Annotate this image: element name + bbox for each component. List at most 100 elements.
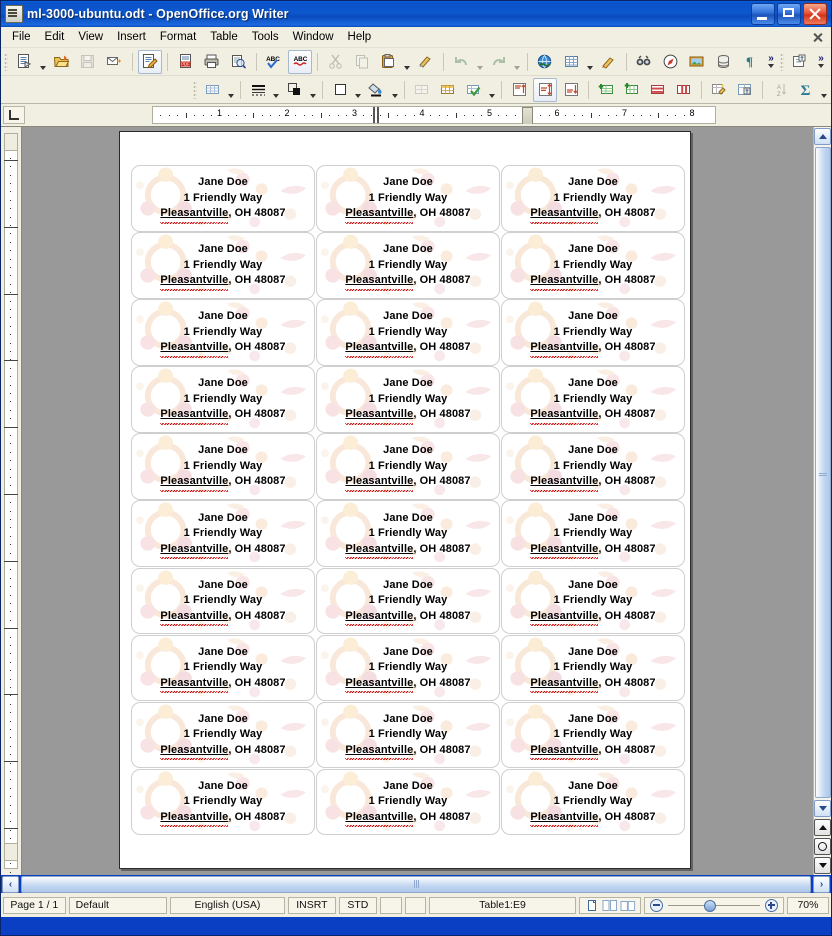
scroll-left-icon[interactable]: ‹ bbox=[2, 875, 19, 893]
toolbar-grip[interactable] bbox=[4, 52, 8, 71]
align-bottom-icon[interactable] bbox=[559, 78, 583, 102]
export-pdf-icon[interactable]: PDF bbox=[173, 50, 197, 74]
merge-cells-icon[interactable] bbox=[410, 78, 434, 102]
label-cell[interactable]: Jane Doe 1 Friendly Way Pleasantville, OH … bbox=[501, 567, 685, 635]
open-icon[interactable] bbox=[49, 50, 73, 74]
label-cell[interactable]: Jane Doe 1 Friendly Way Pleasantville, OH … bbox=[316, 366, 500, 433]
status-signature[interactable] bbox=[404, 896, 427, 914]
status-insert-mode[interactable]: INSRT bbox=[288, 896, 336, 914]
label-cell[interactable]: Jane Doe 1 Friendly Way Pleasantville, OH … bbox=[501, 500, 685, 568]
clone-formatting-icon[interactable] bbox=[414, 50, 438, 74]
optimize-icon[interactable] bbox=[436, 78, 460, 102]
print-icon[interactable] bbox=[200, 50, 224, 74]
label-cell[interactable]: Jane Doe 1 Friendly Way Pleasantville, OH … bbox=[316, 433, 500, 500]
label-cell[interactable]: Jane Doe 1 Friendly Way Pleasantville, OH … bbox=[501, 165, 685, 232]
edit-file-icon[interactable] bbox=[137, 49, 163, 74]
gallery-icon[interactable] bbox=[685, 50, 709, 74]
label-cell[interactable]: Jane Doe 1 Friendly Way Pleasantville, OH … bbox=[316, 165, 500, 232]
paste-icon[interactable] bbox=[376, 50, 400, 74]
navigation-dialog-icon[interactable] bbox=[814, 838, 831, 855]
table-grid-icon[interactable] bbox=[201, 78, 225, 102]
table-grid-dropdown-icon[interactable] bbox=[226, 76, 237, 103]
label-cell[interactable]: Jane Doe 1 Friendly Way Pleasantville, OH … bbox=[131, 768, 315, 836]
table-toolbar-overflow-icon[interactable] bbox=[819, 76, 830, 103]
zoom-in-icon[interactable] bbox=[764, 898, 778, 912]
line-color-icon[interactable] bbox=[283, 78, 307, 102]
menu-format[interactable]: Format bbox=[153, 29, 203, 45]
document-canvas[interactable]: Jane Doe 1 Friendly Way Pleasantville, OH … bbox=[22, 127, 813, 875]
undo-icon[interactable] bbox=[449, 50, 473, 74]
status-page[interactable]: Page 1 / 1 bbox=[3, 896, 66, 914]
redo-icon[interactable] bbox=[486, 50, 510, 74]
undo-dropdown-icon[interactable] bbox=[475, 48, 486, 75]
line-style-dropdown-icon[interactable] bbox=[271, 76, 282, 103]
navigator-icon[interactable] bbox=[658, 50, 682, 74]
vertical-ruler[interactable] bbox=[1, 127, 22, 875]
tab-stop-selector[interactable] bbox=[3, 106, 25, 124]
sort-icon[interactable]: A Z bbox=[768, 78, 792, 102]
zoom-knob[interactable] bbox=[703, 899, 716, 912]
label-cell[interactable]: Jane Doe 1 Friendly Way Pleasantville, OH … bbox=[131, 433, 315, 500]
redo-dropdown-icon[interactable] bbox=[512, 48, 523, 75]
menu-window[interactable]: Window bbox=[286, 29, 341, 45]
menu-insert[interactable]: Insert bbox=[110, 29, 153, 45]
label-cell[interactable]: Jane Doe 1 Friendly Way Pleasantville, OH … bbox=[316, 232, 500, 299]
new-document-dropdown-icon[interactable] bbox=[37, 48, 48, 75]
label-cell[interactable]: Jane Doe 1 Friendly Way Pleasantville, OH … bbox=[131, 634, 315, 702]
label-cell[interactable]: Jane Doe 1 Friendly Way Pleasantville, OH … bbox=[316, 567, 500, 635]
label-cell[interactable]: Jane Doe 1 Friendly Way Pleasantville, OH … bbox=[316, 634, 500, 702]
cut-icon[interactable] bbox=[323, 50, 347, 74]
label-table[interactable]: Jane Doe 1 Friendly Way Pleasantville, OH … bbox=[131, 165, 685, 836]
vertical-scroll-thumb[interactable] bbox=[814, 147, 831, 798]
previous-page-icon[interactable] bbox=[814, 819, 831, 836]
table-properties-icon[interactable] bbox=[733, 78, 757, 102]
spelling-icon[interactable]: ABC bbox=[261, 50, 285, 74]
insert-field-icon[interactable] bbox=[788, 50, 812, 74]
copy-icon[interactable] bbox=[350, 50, 374, 74]
label-cell[interactable]: Jane Doe 1 Friendly Way Pleasantville, OH … bbox=[131, 165, 315, 232]
menu-file[interactable]: File bbox=[5, 29, 38, 45]
label-cell[interactable]: Jane Doe 1 Friendly Way Pleasantville, OH … bbox=[131, 366, 315, 433]
paste-dropdown-icon[interactable] bbox=[402, 48, 413, 75]
borders-icon[interactable] bbox=[328, 78, 352, 102]
label-cell[interactable]: Jane Doe 1 Friendly Way Pleasantville, OH … bbox=[501, 366, 685, 433]
zoom-slider[interactable] bbox=[643, 896, 784, 914]
formatting-marks-icon[interactable]: ¶ bbox=[738, 50, 762, 74]
insert-column-icon[interactable] bbox=[620, 78, 644, 102]
email-icon[interactable] bbox=[102, 50, 126, 74]
draw-functions-icon[interactable] bbox=[596, 50, 620, 74]
close-document-icon[interactable] bbox=[809, 29, 827, 45]
autocorrect-icon[interactable]: ABC bbox=[287, 49, 313, 74]
label-cell[interactable]: Jane Doe 1 Friendly Way Pleasantville, OH … bbox=[131, 500, 315, 568]
label-cell[interactable]: Jane Doe 1 Friendly Way Pleasantville, OH … bbox=[316, 500, 500, 568]
vertical-scrollbar[interactable] bbox=[813, 127, 831, 875]
print-preview-icon[interactable] bbox=[226, 50, 250, 74]
background-color-icon[interactable] bbox=[365, 78, 389, 102]
multi-page-view-icon[interactable] bbox=[602, 898, 618, 912]
table-properties-check-icon[interactable] bbox=[462, 78, 486, 102]
zoom-track[interactable] bbox=[667, 899, 760, 912]
label-cell[interactable]: Jane Doe 1 Friendly Way Pleasantville, OH … bbox=[501, 701, 685, 769]
menu-tools[interactable]: Tools bbox=[245, 29, 286, 45]
label-cell[interactable]: Jane Doe 1 Friendly Way Pleasantville, OH … bbox=[501, 299, 685, 366]
label-cell[interactable]: Jane Doe 1 Friendly Way Pleasantville, OH … bbox=[131, 567, 315, 635]
toolbar-overflow-icon[interactable]: » bbox=[763, 51, 779, 73]
maximize-button[interactable] bbox=[777, 3, 801, 25]
new-document-icon[interactable] bbox=[12, 50, 36, 74]
horizontal-scroll-thumb[interactable] bbox=[21, 875, 811, 893]
close-button[interactable] bbox=[803, 3, 827, 25]
menu-edit[interactable]: Edit bbox=[38, 29, 72, 45]
align-center-vertical-icon[interactable] bbox=[533, 77, 558, 102]
toolbar-overflow-icon-2[interactable]: » bbox=[813, 51, 829, 73]
data-sources-icon[interactable] bbox=[711, 50, 735, 74]
delete-column-icon[interactable] bbox=[672, 78, 696, 102]
autoformat-icon[interactable] bbox=[707, 78, 731, 102]
menu-view[interactable]: View bbox=[71, 29, 110, 45]
status-page-style[interactable]: Default bbox=[68, 896, 167, 914]
table-toolbar-grip[interactable] bbox=[192, 80, 197, 99]
horizontal-ruler[interactable]: 12345678 bbox=[27, 106, 831, 124]
background-color-dropdown-icon[interactable] bbox=[389, 76, 400, 103]
status-zoom-level[interactable]: 70% bbox=[786, 896, 829, 914]
status-language[interactable]: English (USA) bbox=[169, 896, 285, 914]
borders-dropdown-icon[interactable] bbox=[353, 76, 364, 103]
